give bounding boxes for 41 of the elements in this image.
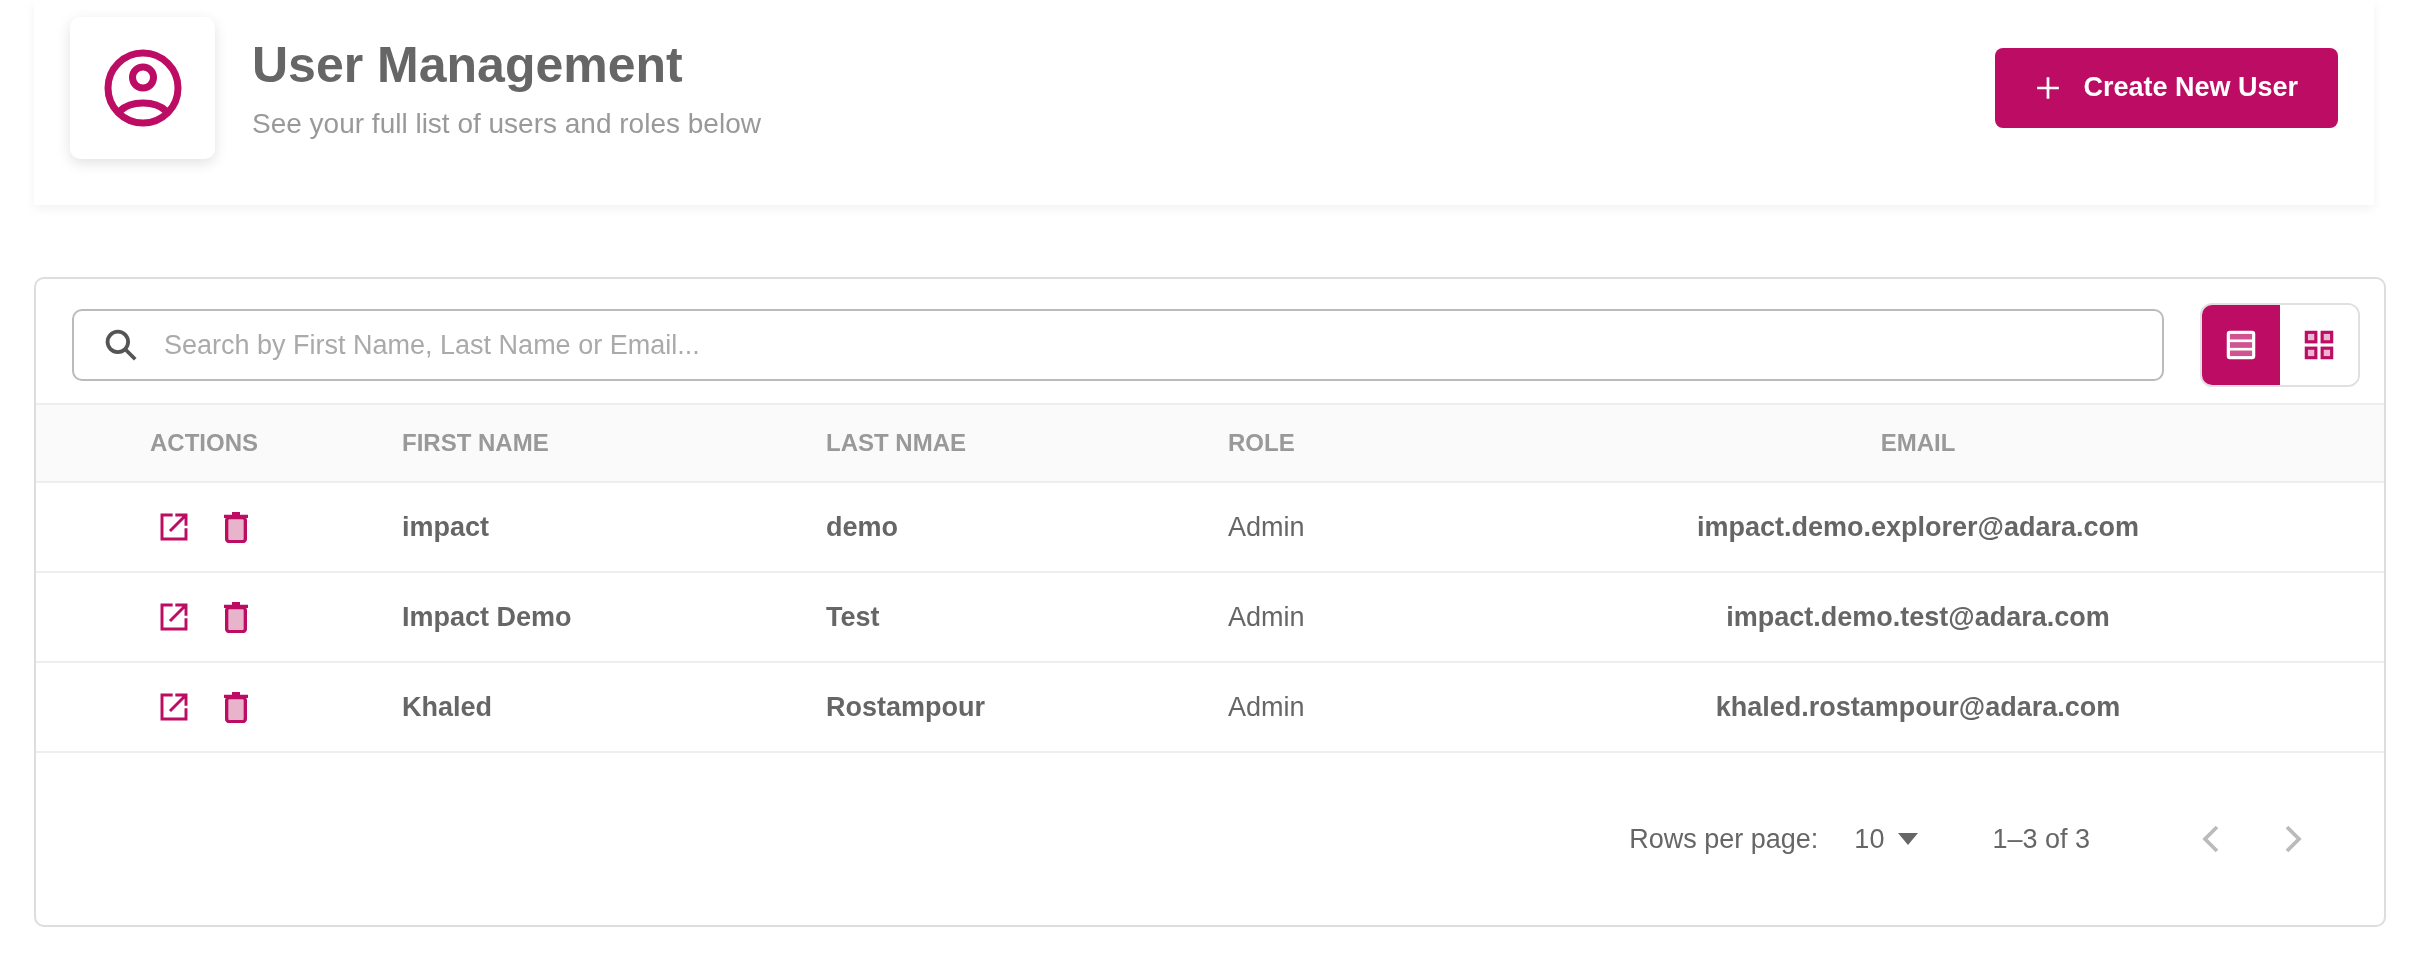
delete-button[interactable] bbox=[222, 511, 250, 543]
plus-icon bbox=[2035, 74, 2062, 101]
table-cell-text: impact.demo.test@adara.com bbox=[1725, 601, 2111, 633]
caret-icon bbox=[1898, 833, 1919, 845]
trash-icon bbox=[222, 691, 250, 723]
table-cell-text: Admin bbox=[1227, 511, 1306, 543]
external-link-icon bbox=[158, 511, 190, 543]
table-cell-text: Test bbox=[825, 601, 881, 633]
edit-button[interactable] bbox=[158, 691, 190, 723]
column-header: LAST NMAE bbox=[825, 429, 967, 457]
create-user-button[interactable]: Create New User bbox=[1995, 47, 2338, 128]
chevron-right-icon bbox=[2284, 824, 2302, 854]
edit-button[interactable] bbox=[158, 511, 190, 543]
page-subtitle: See your full list of users and roles below bbox=[252, 107, 762, 140]
trash-icon bbox=[222, 601, 250, 633]
column-header: ROLE bbox=[1227, 429, 1296, 457]
list-view-button[interactable] bbox=[2202, 305, 2280, 385]
rows-per-page-label: Rows per page: bbox=[1629, 823, 1819, 855]
delete-button[interactable] bbox=[222, 601, 250, 633]
edit-button[interactable] bbox=[158, 601, 190, 633]
search-field[interactable]: Search by First Name, Last Name or Email... bbox=[72, 309, 2164, 381]
table-cell-text: Impact Demo bbox=[401, 601, 573, 633]
page-range: 1–3 of 3 bbox=[1992, 823, 2090, 855]
table-cell-text: Admin bbox=[1227, 691, 1306, 723]
table-cell-text: khaled.rostampour@adara.com bbox=[1714, 691, 2122, 723]
table-cell-text: impact.demo.explorer@adara.com bbox=[1696, 511, 2140, 543]
external-link-icon bbox=[158, 601, 190, 633]
table-cell-text: Rostampour bbox=[825, 691, 986, 723]
chevron-left-icon bbox=[2202, 824, 2220, 854]
column-header: EMAIL bbox=[1879, 429, 1957, 457]
column-header: FIRST NAME bbox=[401, 429, 550, 457]
page-title: User Management bbox=[252, 35, 684, 94]
table-cell-text: Khaled bbox=[401, 691, 494, 723]
trash-icon bbox=[222, 511, 250, 543]
column-header: ACTIONS bbox=[149, 429, 259, 457]
table-cell-text: impact bbox=[401, 511, 491, 543]
rows-per-page-select[interactable]: 10 bbox=[1854, 823, 1919, 855]
table-cell-text: Admin bbox=[1227, 601, 1306, 633]
delete-button[interactable] bbox=[222, 691, 250, 723]
external-link-icon bbox=[158, 691, 190, 723]
table-cell-text: demo bbox=[825, 511, 899, 543]
